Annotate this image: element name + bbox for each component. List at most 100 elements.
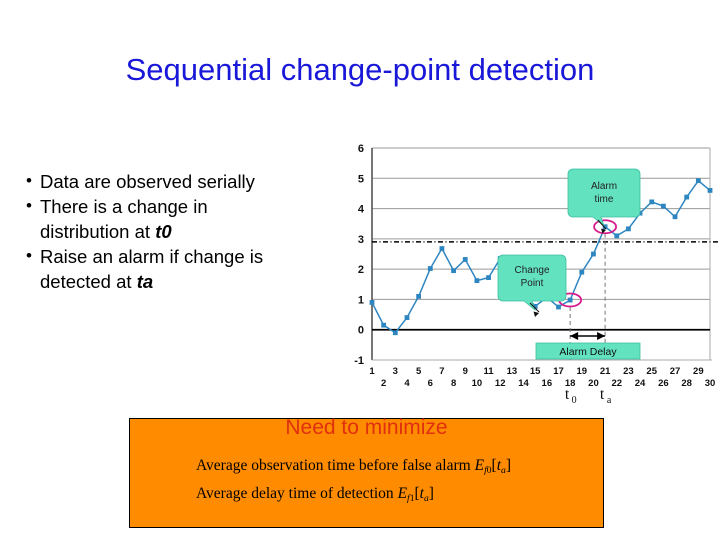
y-tick-label: 0 [358, 325, 364, 337]
data-point-marker [660, 203, 666, 209]
data-point-marker [439, 246, 445, 251]
data-point-marker [567, 297, 573, 303]
data-point-marker [556, 304, 561, 310]
list-item-label: Data are observed serially [40, 171, 255, 192]
y-tick-label: 2 [358, 264, 364, 276]
x-tick-label: 19 [577, 366, 588, 377]
y-tick-label: 3 [358, 234, 364, 246]
x-tick-label: 20 [588, 378, 599, 389]
change-point-callout-label-2: Point [521, 278, 544, 289]
ta-base-glyph: t [600, 386, 605, 403]
x-tick-label: 1 [369, 366, 375, 377]
data-point-marker [427, 266, 433, 271]
data-point-marker [614, 233, 620, 239]
need-to-minimize-heading: Need to minimize [285, 416, 448, 439]
list-item-continuation: detected at ta [18, 270, 368, 294]
x-tick-label: 12 [495, 378, 506, 389]
page-title: Sequential change-point detection [125, 52, 595, 87]
list-item: • Raise an alarm if change is [18, 245, 368, 269]
data-point-marker [707, 188, 713, 193]
list-item: • Data are observed serially [18, 170, 368, 194]
formula-1-bracket-close: ] [505, 457, 511, 474]
data-point-marker [462, 257, 468, 262]
x-tick-label: 14 [518, 378, 529, 389]
x-tick-label: 7 [439, 366, 444, 377]
formula-line-2: Average delay time of detection Ef1[ta] [196, 485, 434, 504]
alarm-time-callout-label-2: time [595, 194, 614, 205]
x-tick-label: 21 [600, 366, 611, 377]
formula-2-bracket-close: ] [428, 485, 434, 502]
change-point-callout-label-1: Change [514, 265, 549, 276]
data-point-marker [579, 269, 585, 275]
data-point-marker [381, 322, 387, 328]
bullet-list: • Data are observed serially • There is … [18, 170, 368, 295]
formula-2-E: E [397, 485, 408, 502]
x-tick-label: 30 [705, 378, 716, 389]
formula-line-1: Average observation time before false al… [196, 457, 511, 476]
bullet-dot-icon: • [26, 171, 32, 190]
variable-ta: ta [136, 271, 154, 293]
y-axis-tick-labels: -1 0 1 2 3 4 5 6 [354, 143, 365, 367]
ta-subscript-glyph: a [607, 395, 612, 404]
data-point-marker [486, 275, 491, 281]
list-item-label-cont: detected at [40, 271, 137, 293]
x-tick-label: 2 [381, 378, 386, 389]
alarm-time-callout-label-1: Alarm [591, 181, 617, 192]
x-tick-label: 15 [530, 366, 541, 377]
change-point-chart: -1 0 1 2 3 4 5 6 Alarm time Change Point… [340, 142, 720, 404]
list-item-label: Raise an alarm if change is [40, 246, 264, 268]
list-item-label: There is a change in [40, 196, 208, 218]
x-tick-label: 10 [472, 378, 483, 389]
data-point-marker [684, 194, 690, 200]
bullet-dot-icon: • [26, 196, 32, 216]
x-tick-label: 27 [670, 366, 681, 377]
alarm-delay-box: Alarm Delay [535, 342, 641, 360]
x-tick-label: 5 [416, 366, 422, 377]
x-tick-label: 9 [463, 366, 468, 377]
x-tick-label: 13 [507, 366, 518, 377]
x-tick-label: 29 [693, 366, 704, 377]
y-tick-label: 1 [358, 294, 364, 306]
data-point-marker [591, 251, 596, 257]
x-tick-label: 22 [611, 378, 622, 389]
x-tick-label: 17 [553, 366, 564, 377]
data-point-marker [404, 315, 410, 320]
data-point-marker [369, 300, 375, 305]
variable-t0: t0 [155, 221, 172, 243]
x-tick-label: 26 [658, 378, 669, 389]
alarm-delay-label: Alarm Delay [559, 346, 617, 358]
y-tick-label: 4 [358, 204, 365, 216]
data-point-marker [695, 178, 701, 184]
data-point-marker [474, 278, 480, 284]
data-point-marker [451, 268, 456, 274]
data-point-marker [416, 294, 422, 299]
x-tick-label: 28 [681, 378, 692, 389]
y-tick-label: -1 [354, 355, 364, 367]
y-tick-label: 5 [358, 173, 364, 185]
x-tick-label: 11 [484, 366, 495, 377]
data-point-marker [672, 214, 678, 220]
data-point-marker [649, 199, 655, 205]
x-tick-label: 25 [646, 366, 657, 377]
list-item-continuation: distribution at t0 [18, 220, 368, 244]
formula-1-E: E [474, 457, 485, 474]
x-tick-label: 24 [635, 378, 646, 389]
data-point-marker [626, 226, 631, 232]
x-tick-label: 3 [393, 366, 398, 377]
chart-svg: -10123456 Alarm time Change Point Alarm … [354, 143, 720, 404]
x-tick-label: 8 [451, 378, 456, 389]
x-tick-label: 16 [542, 378, 553, 389]
ta-axis-label: t a [600, 386, 612, 404]
t0-subscript-glyph: 0 [572, 395, 577, 404]
formula-2-text: Average delay time of detection [196, 485, 398, 502]
formula-1-text: Average observation time before false al… [196, 457, 475, 474]
bullet-dot-icon: • [26, 246, 32, 266]
t0-base-glyph: t [565, 386, 570, 403]
x-tick-label: 6 [428, 378, 433, 389]
x-tick-label: 4 [404, 378, 410, 389]
data-point-marker [392, 330, 398, 336]
x-tick-label: 23 [623, 366, 634, 377]
list-item: • There is a change in [18, 195, 368, 219]
y-tick-label: 6 [358, 143, 364, 155]
plot-background [372, 148, 712, 360]
